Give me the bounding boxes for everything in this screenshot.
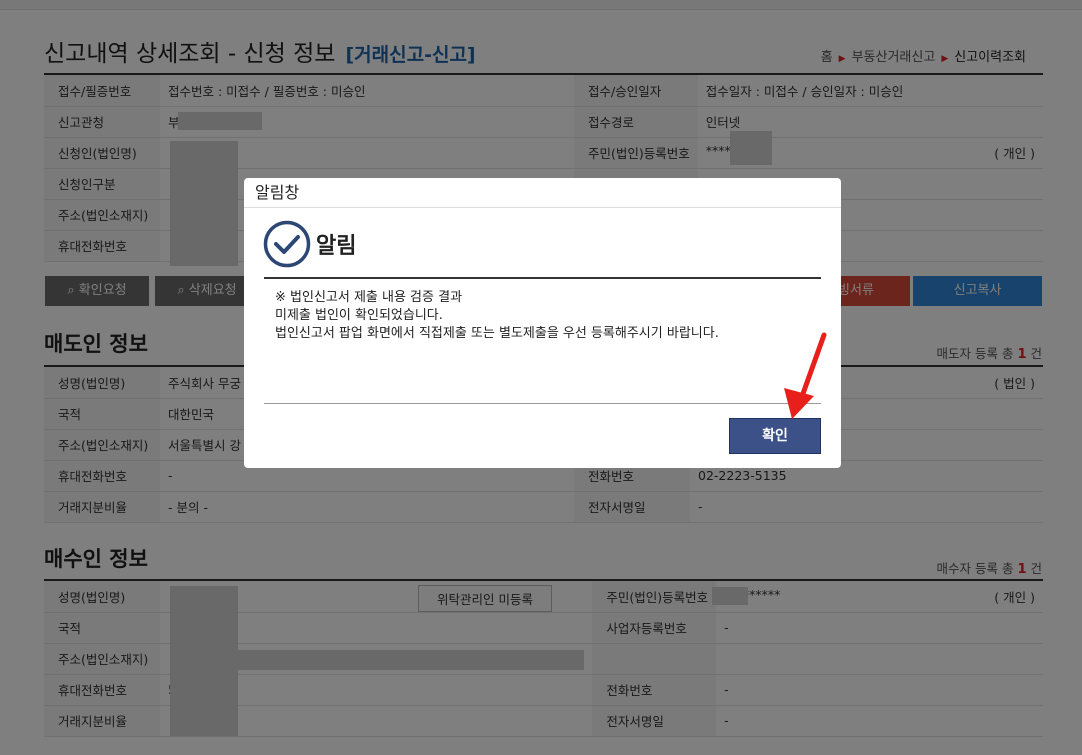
- dialog-message-line: ※ 법인신고서 제출 내용 검증 결과: [275, 290, 463, 305]
- check-circle-icon: [263, 220, 311, 268]
- dialog-message-line: 미제출 법인이 확인되었습니다.: [275, 308, 443, 323]
- red-arrow-pointer-icon: [770, 330, 830, 429]
- dialog-message-line: 법인신고서 팝업 화면에서 직접제출 또는 별도제출을 우선 등록해주시기 바랍…: [275, 326, 719, 341]
- dialog-divider: [264, 403, 821, 404]
- dialog-divider: [264, 277, 821, 279]
- dialog-message: ※ 법인신고서 제출 내용 검증 결과 미제출 법인이 확인되었습니다. 법인신…: [275, 289, 719, 343]
- dialog-title: 알림: [316, 234, 357, 259]
- dialog-header: 알림창: [244, 178, 841, 208]
- alert-dialog: 알림창 알림 ※ 법인신고서 제출 내용 검증 결과 미제출 법인이 확인되었습…: [244, 178, 841, 468]
